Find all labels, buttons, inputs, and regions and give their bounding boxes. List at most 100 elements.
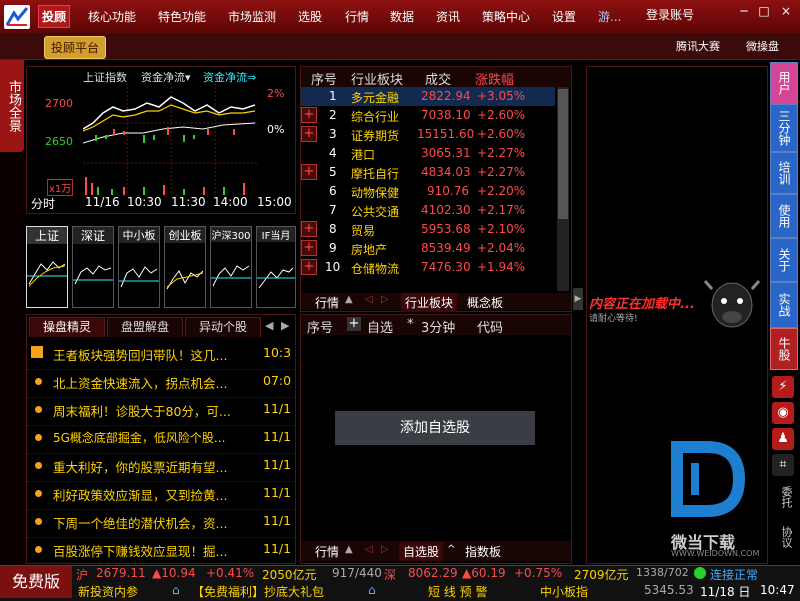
col-volume[interactable]: 成交 [425, 69, 451, 88]
table-row[interactable]: 1 多元金融 2822.94 +3.05% [301, 87, 555, 106]
tab-index[interactable]: 指数板 [465, 543, 501, 560]
news-item[interactable]: 利好政策效应渐显，又到捡黄... 11/1 [27, 481, 295, 510]
table-row[interactable]: 4 港口 3065.31 +2.27% [301, 144, 555, 163]
row-name: 动物保健 [351, 186, 400, 200]
ticker-news-1[interactable]: 新投资内参 [78, 583, 138, 600]
table-row[interactable]: + 8 贸易 5953.68 +2.10% [301, 220, 555, 239]
news-item[interactable]: 周末福利！诊股大于80分，可... 11/1 [27, 397, 295, 426]
thumb-sz[interactable]: 深证 [72, 226, 114, 308]
home-icon[interactable]: ⌂ [172, 583, 180, 597]
col-no[interactable]: 序号 [311, 69, 337, 88]
menu-item-market-monitor[interactable]: 市场监测 [228, 8, 276, 25]
menu-item-settings[interactable]: 设置 [552, 8, 576, 25]
short-alert[interactable]: 短 线 预 警 [428, 583, 487, 600]
chevron-up-icon[interactable]: ^ [447, 544, 455, 555]
right-link-order[interactable]: 委托 [772, 480, 794, 514]
col-3min[interactable]: 3分钟 [421, 317, 455, 336]
close-button[interactable]: × [778, 4, 794, 18]
col-code[interactable]: 代码 [477, 317, 503, 336]
dropdown-icon[interactable]: ▲ [345, 294, 353, 305]
table-row[interactable]: + 9 房地产 8539.49 +2.04% [301, 239, 555, 258]
tab-quotes[interactable]: 行情 [315, 294, 339, 311]
target-icon[interactable]: ◉ [772, 402, 794, 424]
right-link-agreement[interactable]: 协议 [772, 520, 794, 554]
table-row[interactable]: + 10 仓储物流 7476.30 +1.94% [301, 258, 555, 277]
expand-icon[interactable]: + [301, 259, 317, 275]
table-row[interactable]: 7 公共交通 4102.30 +2.17% [301, 201, 555, 220]
thumb-hs300[interactable]: 沪深300 [210, 226, 252, 308]
home-icon[interactable]: ⌂ [368, 583, 376, 597]
col-change[interactable]: 涨跌幅 [475, 69, 514, 88]
tab-prev-icon[interactable]: ◀ [265, 319, 273, 332]
tab-movers[interactable]: 异动个股 [185, 317, 261, 337]
tab-next-icon[interactable]: ▷ [381, 294, 389, 305]
thumb-sh[interactable]: 上证 [26, 226, 68, 308]
menu-item-core-features[interactable]: 核心功能 [88, 8, 136, 25]
tab-analysis[interactable]: 盘盟解盘 [107, 317, 183, 337]
right-tab-bull-stock[interactable]: 牛股 [770, 328, 798, 370]
news-item[interactable]: 北上资金快速流入，拐点机会... 07:0 [27, 369, 295, 398]
news-item[interactable]: 下周一个绝佳的潜伏机会，资... 11/1 [27, 509, 295, 538]
tab-concept[interactable]: 概念板 [467, 294, 503, 311]
menu-item-special-features[interactable]: 特色功能 [158, 8, 206, 25]
expand-icon[interactable]: + [301, 164, 317, 180]
right-tab-three-minutes[interactable]: 三分钟 [770, 104, 798, 152]
dropdown-icon[interactable]: ▲ [345, 544, 353, 555]
news-item[interactable]: 重大利好，你的股票近期有望... 11/1 [27, 453, 295, 482]
tab-prev-icon[interactable]: ◁ [365, 544, 373, 555]
tab-next-icon[interactable]: ▶ [281, 319, 289, 332]
tab-quotes[interactable]: 行情 [315, 543, 339, 560]
alarm-icon[interactable]: ⚡ [772, 376, 794, 398]
crop-icon[interactable]: ⌗ [772, 454, 794, 476]
scrollbar-thumb[interactable] [558, 89, 568, 219]
minimize-button[interactable]: ─ [736, 4, 752, 18]
tab-industry[interactable]: 行业板块 [401, 293, 458, 312]
expand-icon[interactable]: + [301, 126, 317, 142]
tencent-contest-link[interactable]: 腾讯大赛 [676, 38, 720, 54]
right-tab-about[interactable]: 关于 [770, 238, 798, 282]
menu-item-news[interactable]: 资讯 [436, 8, 460, 25]
right-tab-practice[interactable]: 实战 [770, 282, 798, 328]
thumb-if[interactable]: IF当月 [256, 226, 296, 308]
vertical-scrollbar[interactable] [557, 87, 569, 291]
tab-next-icon[interactable]: ▷ [381, 544, 389, 555]
maximize-button[interactable]: □ [756, 4, 772, 18]
advisor-platform-button[interactable]: 投顾平台 [44, 36, 107, 59]
news-item[interactable]: 5G概念底部掘金，低风险个股... 11/1 [27, 425, 295, 454]
menu-item-quotes[interactable]: 行情 [345, 8, 369, 25]
tab-prev-icon[interactable]: ◁ [365, 294, 373, 305]
table-row[interactable]: + 5 摩托自行 4834.03 +2.27% [301, 163, 555, 182]
tab-watchlist[interactable]: 自选股 [399, 542, 444, 561]
person-icon[interactable]: ♟ [772, 428, 794, 450]
col-sector[interactable]: 行业板块 [351, 69, 403, 88]
right-tab-usage[interactable]: 使用 [770, 194, 798, 238]
ticker-news-2[interactable]: 【免费福利】抄底大礼包 [192, 583, 324, 600]
add-icon[interactable]: + [347, 317, 361, 331]
menu-item-data[interactable]: 数据 [390, 8, 414, 25]
login-link[interactable]: 登录账号 [646, 6, 694, 23]
col-no[interactable]: 序号 [307, 317, 333, 336]
menu-item-strategy[interactable]: 策略中心 [482, 8, 530, 25]
micro-trading-link[interactable]: 微操盘 [746, 38, 779, 54]
table-row[interactable]: + 2 综合行业 7038.10 +2.60% [301, 106, 555, 125]
expand-icon[interactable]: + [301, 107, 317, 123]
collapse-arrow-icon[interactable]: ▶ [573, 288, 583, 310]
menu-item-tougu[interactable]: 投顾 [38, 5, 71, 28]
thumb-sme[interactable]: 中小板 [118, 226, 160, 308]
news-item[interactable]: 王者板块强势回归带队！这几... 10:3 [27, 341, 295, 370]
right-tab-user[interactable]: 用户 [770, 62, 798, 104]
menu-item-stock-select[interactable]: 选股 [298, 8, 322, 25]
market-overview-tab[interactable]: 市场全景 [0, 60, 24, 152]
col-watch[interactable]: 自选 [367, 317, 393, 336]
thumb-gem[interactable]: 创业板 [164, 226, 206, 308]
menu-item-game[interactable]: 游... [598, 8, 621, 25]
expand-icon[interactable]: + [301, 240, 317, 256]
tab-trading-spirit[interactable]: 操盘精灵 [29, 317, 105, 337]
expand-icon[interactable]: + [301, 221, 317, 237]
table-row[interactable]: 6 动物保健 910.76 +2.20% [301, 182, 555, 201]
add-watchlist-button[interactable]: 添加自选股 [335, 411, 535, 445]
news-item[interactable]: 百股涨停下赚钱效应显现！掘... 11/1 [27, 537, 295, 566]
period-selector[interactable]: 分时 [31, 195, 55, 212]
right-tab-training[interactable]: 培训 [770, 152, 798, 194]
table-row[interactable]: + 3 证券期货 15151.60 +2.60% [301, 125, 555, 144]
